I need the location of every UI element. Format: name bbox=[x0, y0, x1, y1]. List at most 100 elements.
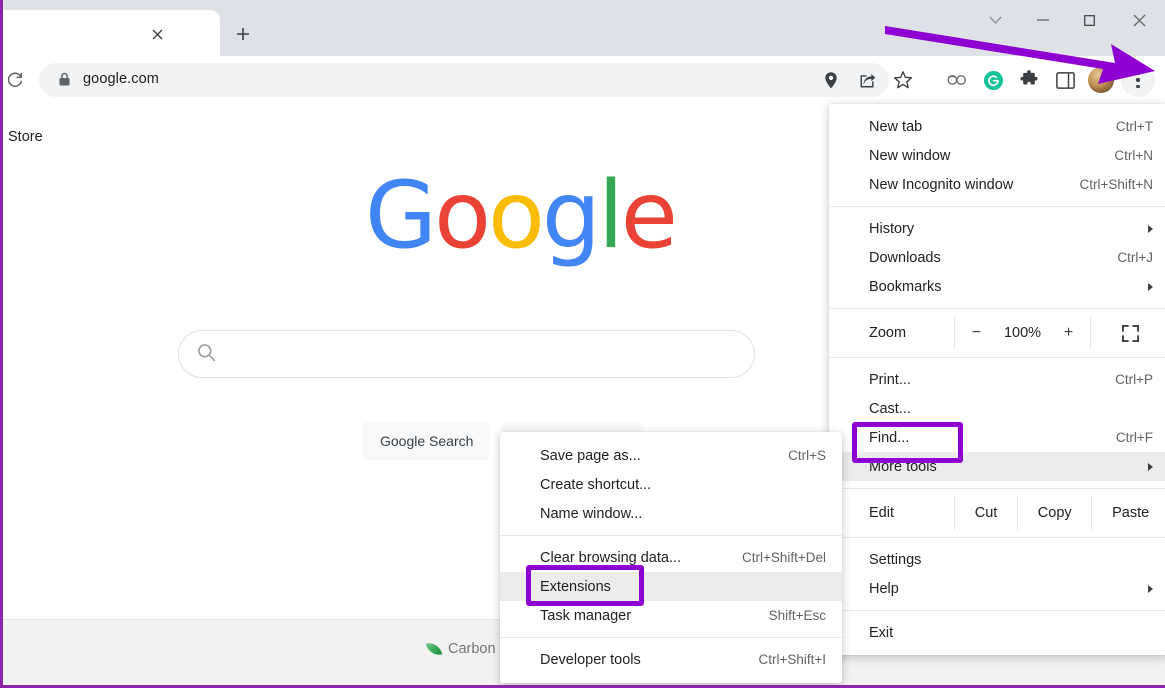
menu-item-label: Save page as... bbox=[540, 447, 641, 464]
logo-letter-l: l bbox=[597, 161, 624, 269]
submenu-item-save-page-as[interactable]: Save page as... Ctrl+S bbox=[500, 441, 842, 470]
menu-item-new-window[interactable]: New window Ctrl+N bbox=[829, 141, 1165, 170]
menu-separator bbox=[829, 610, 1165, 611]
submenu-arrow-icon bbox=[1148, 584, 1153, 593]
menu-item-shortcut: Ctrl+P bbox=[1115, 372, 1153, 387]
share-icon[interactable] bbox=[849, 60, 885, 100]
menu-item-shortcut: Shift+Esc bbox=[768, 608, 826, 623]
menu-item-settings[interactable]: Settings bbox=[829, 545, 1165, 574]
menu-item-more-tools[interactable]: More tools bbox=[829, 452, 1165, 481]
dot bbox=[1136, 84, 1140, 89]
menu-item-zoom: Zoom − 100% + bbox=[829, 316, 1165, 350]
menu-item-label: New Incognito window bbox=[869, 176, 1014, 193]
submenu-item-create-shortcut[interactable]: Create shortcut... bbox=[500, 470, 842, 499]
submenu-item-extensions[interactable]: Extensions bbox=[500, 572, 842, 601]
submenu-group-extensions: Clear browsing data... Ctrl+Shift+Del Exte… bbox=[500, 543, 842, 630]
close-glyph bbox=[152, 29, 162, 39]
menu-item-label: Cast... bbox=[869, 400, 911, 417]
menu-separator bbox=[500, 535, 842, 536]
window-controls bbox=[972, 0, 1165, 40]
logo-letter-G: G bbox=[365, 161, 437, 269]
store-link[interactable]: Store bbox=[8, 129, 43, 145]
menu-group-tools: Print... Ctrl+P Cast... Find... Ctrl+F More t… bbox=[829, 365, 1165, 481]
submenu-arrow-icon bbox=[1148, 282, 1153, 291]
browser-toolbar: google.com bbox=[3, 56, 1165, 105]
browser-tab[interactable]: e bbox=[3, 10, 220, 56]
menu-separator bbox=[829, 308, 1165, 309]
profile-avatar[interactable] bbox=[1088, 67, 1114, 93]
menu-item-history[interactable]: History bbox=[829, 214, 1165, 243]
menu-item-label: Find... bbox=[869, 429, 910, 446]
menu-item-label: Bookmarks bbox=[869, 278, 942, 295]
menu-item-find[interactable]: Find... Ctrl+F bbox=[829, 423, 1165, 452]
menu-item-shortcut: Ctrl+F bbox=[1115, 430, 1153, 445]
address-bar[interactable]: google.com bbox=[39, 63, 889, 97]
more-tools-submenu: Save page as... Ctrl+S Create shortcut... N… bbox=[500, 432, 842, 683]
menu-item-bookmarks[interactable]: Bookmarks bbox=[829, 272, 1165, 301]
chevron-down-icon[interactable] bbox=[972, 0, 1019, 40]
minimize-icon[interactable] bbox=[1019, 0, 1066, 40]
menu-item-label: Settings bbox=[869, 551, 922, 568]
logo-letter-o2: o bbox=[487, 161, 545, 269]
edit-label: Edit bbox=[869, 505, 894, 521]
menu-item-downloads[interactable]: Downloads Ctrl+J bbox=[829, 243, 1165, 272]
menu-item-label: More tools bbox=[869, 458, 937, 475]
submenu-item-task-manager[interactable]: Task manager Shift+Esc bbox=[500, 601, 842, 630]
link-chain-icon[interactable] bbox=[939, 60, 975, 100]
google-search-button[interactable]: Google Search bbox=[363, 422, 491, 460]
new-tab-button[interactable] bbox=[229, 20, 257, 48]
submenu-item-name-window[interactable]: Name window... bbox=[500, 499, 842, 528]
chrome-main-menu: New tab Ctrl+T New window Ctrl+N New Incogni… bbox=[829, 104, 1165, 655]
logo-letter-g: g bbox=[541, 161, 601, 269]
menu-item-shortcut: Ctrl+N bbox=[1114, 148, 1153, 163]
chrome-menu-button[interactable] bbox=[1121, 63, 1155, 97]
plus-icon bbox=[237, 28, 249, 40]
dot bbox=[1136, 78, 1140, 82]
menu-item-label: Clear browsing data... bbox=[540, 549, 682, 566]
reload-icon[interactable] bbox=[3, 64, 31, 96]
fullscreen-icon[interactable] bbox=[1090, 316, 1165, 350]
menu-separator bbox=[829, 206, 1165, 207]
close-window-icon[interactable] bbox=[1113, 0, 1165, 40]
extensions-puzzle-icon[interactable] bbox=[1011, 60, 1047, 100]
tab-title: e bbox=[3, 23, 129, 38]
menu-separator bbox=[829, 357, 1165, 358]
submenu-item-clear-browsing-data[interactable]: Clear browsing data... Ctrl+Shift+Del bbox=[500, 543, 842, 572]
logo-letter-o1: o bbox=[434, 161, 491, 269]
menu-item-new-incognito-window[interactable]: New Incognito window Ctrl+Shift+N bbox=[829, 170, 1165, 199]
edit-paste-button[interactable]: Paste bbox=[1091, 496, 1165, 530]
menu-group-settings: Settings Help bbox=[829, 545, 1165, 603]
menu-item-label: Task manager bbox=[540, 607, 632, 624]
menu-item-shortcut: Ctrl+T bbox=[1115, 119, 1153, 134]
location-pin-icon[interactable] bbox=[813, 60, 849, 100]
zoom-in-button[interactable]: + bbox=[1061, 324, 1077, 342]
leaf-icon bbox=[425, 640, 443, 658]
maximize-icon[interactable] bbox=[1066, 0, 1113, 40]
grammarly-icon[interactable] bbox=[975, 60, 1011, 100]
menu-item-cast[interactable]: Cast... bbox=[829, 394, 1165, 423]
zoom-out-button[interactable]: − bbox=[969, 324, 985, 342]
menu-item-label: Help bbox=[869, 580, 899, 597]
menu-item-exit[interactable]: Exit bbox=[829, 618, 1165, 647]
edit-copy-button[interactable]: Copy bbox=[1017, 496, 1091, 530]
menu-item-label: New window bbox=[869, 147, 951, 164]
menu-item-print[interactable]: Print... Ctrl+P bbox=[829, 365, 1165, 394]
menu-item-new-tab[interactable]: New tab Ctrl+T bbox=[829, 112, 1165, 141]
menu-item-label: Downloads bbox=[869, 249, 941, 266]
menu-item-shortcut: Ctrl+J bbox=[1117, 250, 1153, 265]
menu-item-shortcut: Ctrl+S bbox=[788, 448, 826, 463]
tab-close-icon[interactable] bbox=[145, 22, 169, 46]
menu-item-shortcut: Ctrl+Shift+I bbox=[758, 652, 826, 667]
search-input[interactable] bbox=[178, 330, 755, 378]
menu-item-label: Print... bbox=[869, 371, 911, 388]
dot bbox=[1136, 71, 1140, 76]
menu-item-help[interactable]: Help bbox=[829, 574, 1165, 603]
edit-cut-button[interactable]: Cut bbox=[954, 496, 1017, 530]
menu-item-label: New tab bbox=[869, 118, 923, 135]
zoom-controls: − 100% + bbox=[954, 316, 1090, 350]
submenu-item-developer-tools[interactable]: Developer tools Ctrl+Shift+I bbox=[500, 645, 842, 674]
menu-group-new: New tab Ctrl+T New window Ctrl+N New Incogni… bbox=[829, 112, 1165, 199]
side-panel-icon[interactable] bbox=[1047, 60, 1083, 100]
bookmark-star-icon[interactable] bbox=[885, 60, 921, 100]
submenu-arrow-icon bbox=[1148, 462, 1153, 471]
